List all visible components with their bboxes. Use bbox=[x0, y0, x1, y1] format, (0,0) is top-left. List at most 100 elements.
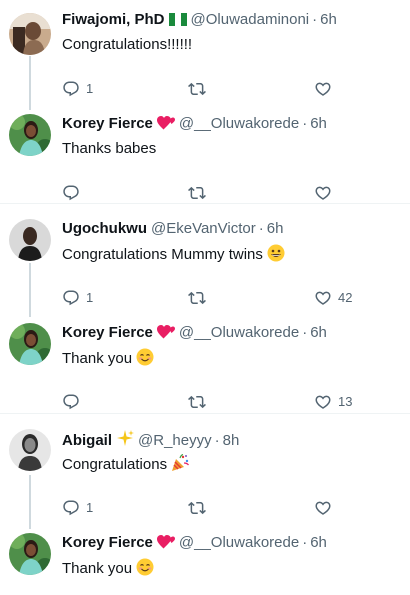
grinning-face-emoji-icon bbox=[267, 244, 285, 268]
retweet-button[interactable] bbox=[188, 183, 206, 203]
tweet[interactable]: Korey Fierce @__Oluwakorede · 6h Thanks bab… bbox=[0, 114, 410, 196]
nigeria-flag-icon bbox=[168, 12, 187, 32]
avatar-photo-icon bbox=[9, 533, 51, 575]
reply-button[interactable] bbox=[62, 183, 80, 203]
retweet-button[interactable] bbox=[188, 79, 206, 99]
conversation-divider bbox=[0, 203, 410, 204]
reply-thread: Fiwajomi, PhD @Oluwadaminoni · 6h Congratul… bbox=[0, 0, 410, 595]
tweet-text: Thank you bbox=[62, 348, 154, 372]
like-count: 42 bbox=[338, 290, 353, 305]
like-button[interactable]: 13 bbox=[314, 392, 352, 412]
reply-button[interactable]: 1 bbox=[62, 79, 93, 99]
tweet[interactable]: Abigail @R_heyyy · 8h Congratulations 1 bbox=[0, 429, 410, 511]
avatar[interactable] bbox=[9, 13, 51, 55]
retweet-arrows-icon bbox=[188, 393, 206, 411]
author-name[interactable]: Fiwajomi, PhD bbox=[62, 11, 165, 28]
conversation-divider bbox=[0, 413, 410, 414]
heart-outline-icon bbox=[314, 393, 332, 411]
reply-count: 1 bbox=[86, 81, 94, 96]
retweet-arrows-icon bbox=[188, 499, 206, 517]
avatar-photo-icon bbox=[9, 13, 51, 55]
tweet-text: Congratulations!!!!!! bbox=[62, 35, 192, 55]
separator-dot: · bbox=[302, 324, 308, 341]
tweet-header: Fiwajomi, PhD @Oluwadaminoni · 6h bbox=[62, 10, 337, 30]
avatar[interactable] bbox=[9, 219, 51, 261]
reply-count: 1 bbox=[86, 290, 94, 305]
timestamp[interactable]: 6h bbox=[310, 115, 327, 132]
like-button[interactable] bbox=[314, 183, 332, 203]
timestamp[interactable]: 6h bbox=[320, 11, 337, 28]
tweet[interactable]: Korey Fierce @__Oluwakorede · 6h Thank you … bbox=[0, 323, 410, 405]
party-popper-emoji-icon bbox=[171, 453, 190, 478]
sparkles-emoji-icon bbox=[116, 429, 135, 453]
author-handle[interactable]: @__Oluwakorede bbox=[179, 534, 299, 551]
tweet-header: Ugochukwu @EkeVanVictor · 6h bbox=[62, 219, 283, 239]
heart-outline-icon bbox=[314, 499, 332, 517]
author-handle[interactable]: @R_heyyy bbox=[138, 432, 212, 449]
tweet-text-content: Thank you bbox=[62, 350, 133, 367]
speech-bubble-icon bbox=[62, 184, 80, 202]
avatar-photo-icon bbox=[9, 219, 51, 261]
heart-outline-icon bbox=[314, 289, 332, 307]
action-bar: 1 42 bbox=[62, 288, 362, 308]
two-hearts-emoji-icon bbox=[156, 533, 175, 555]
like-button[interactable] bbox=[314, 498, 332, 518]
tweet-text-content: Thank you bbox=[62, 560, 133, 577]
heart-outline-icon bbox=[314, 80, 332, 98]
author-name[interactable]: Korey Fierce bbox=[62, 534, 153, 551]
speech-bubble-icon bbox=[62, 80, 80, 98]
action-bar bbox=[62, 183, 362, 203]
timestamp[interactable]: 6h bbox=[310, 534, 327, 551]
author-name[interactable]: Korey Fierce bbox=[62, 324, 153, 341]
separator-dot: · bbox=[258, 220, 264, 237]
smiling-face-emoji-icon bbox=[136, 348, 154, 372]
reply-button[interactable] bbox=[62, 392, 80, 412]
author-handle[interactable]: @EkeVanVictor bbox=[151, 220, 256, 237]
retweet-button[interactable] bbox=[188, 498, 206, 518]
reply-button[interactable]: 1 bbox=[62, 498, 93, 518]
tweet-header: Abigail @R_heyyy · 8h bbox=[62, 429, 239, 449]
timestamp[interactable]: 6h bbox=[267, 220, 284, 237]
tweet-text-content: Congratulations!!!!!! bbox=[62, 36, 193, 53]
author-name[interactable]: Korey Fierce bbox=[62, 115, 153, 132]
separator-dot: · bbox=[302, 534, 308, 551]
avatar[interactable] bbox=[9, 429, 51, 471]
speech-bubble-icon bbox=[62, 289, 80, 307]
retweet-button[interactable] bbox=[188, 288, 206, 308]
avatar[interactable] bbox=[9, 114, 51, 156]
tweet-text: Thanks babes bbox=[62, 139, 156, 159]
avatar[interactable] bbox=[9, 323, 51, 365]
reply-button[interactable]: 1 bbox=[62, 288, 93, 308]
speech-bubble-icon bbox=[62, 499, 80, 517]
retweet-button[interactable] bbox=[188, 392, 206, 412]
action-bar: 1 bbox=[62, 79, 362, 99]
like-button[interactable] bbox=[314, 79, 332, 99]
retweet-arrows-icon bbox=[188, 80, 206, 98]
author-handle[interactable]: @Oluwadaminoni bbox=[191, 11, 310, 28]
author-handle[interactable]: @__Oluwakorede bbox=[179, 115, 299, 132]
avatar-photo-icon bbox=[9, 429, 51, 471]
tweet-header: Korey Fierce @__Oluwakorede · 6h bbox=[62, 533, 327, 553]
tweet-header: Korey Fierce @__Oluwakorede · 6h bbox=[62, 323, 327, 343]
tweet[interactable]: Ugochukwu @EkeVanVictor · 6h Congratulation… bbox=[0, 219, 410, 301]
two-hearts-emoji-icon bbox=[156, 114, 175, 136]
action-bar: 1 bbox=[62, 498, 362, 518]
avatar[interactable] bbox=[9, 533, 51, 575]
author-name[interactable]: Abigail bbox=[62, 432, 112, 449]
like-button[interactable]: 42 bbox=[314, 288, 352, 308]
smiling-face-emoji-icon bbox=[136, 558, 154, 582]
tweet-text-content: Congratulations bbox=[62, 456, 168, 473]
tweet-text: Congratulations Mummy twins bbox=[62, 244, 285, 268]
author-handle[interactable]: @__Oluwakorede bbox=[179, 324, 299, 341]
tweet[interactable]: Fiwajomi, PhD @Oluwadaminoni · 6h Congratul… bbox=[0, 10, 410, 92]
separator-dot: · bbox=[302, 115, 308, 132]
tweet[interactable]: Korey Fierce @__Oluwakorede · 6h Thank you bbox=[0, 533, 410, 595]
heart-outline-icon bbox=[314, 184, 332, 202]
retweet-arrows-icon bbox=[188, 184, 206, 202]
timestamp[interactable]: 8h bbox=[223, 432, 240, 449]
author-name[interactable]: Ugochukwu bbox=[62, 220, 147, 237]
like-count: 13 bbox=[338, 394, 353, 409]
retweet-arrows-icon bbox=[188, 289, 206, 307]
timestamp[interactable]: 6h bbox=[310, 324, 327, 341]
tweet-text: Congratulations bbox=[62, 453, 190, 478]
